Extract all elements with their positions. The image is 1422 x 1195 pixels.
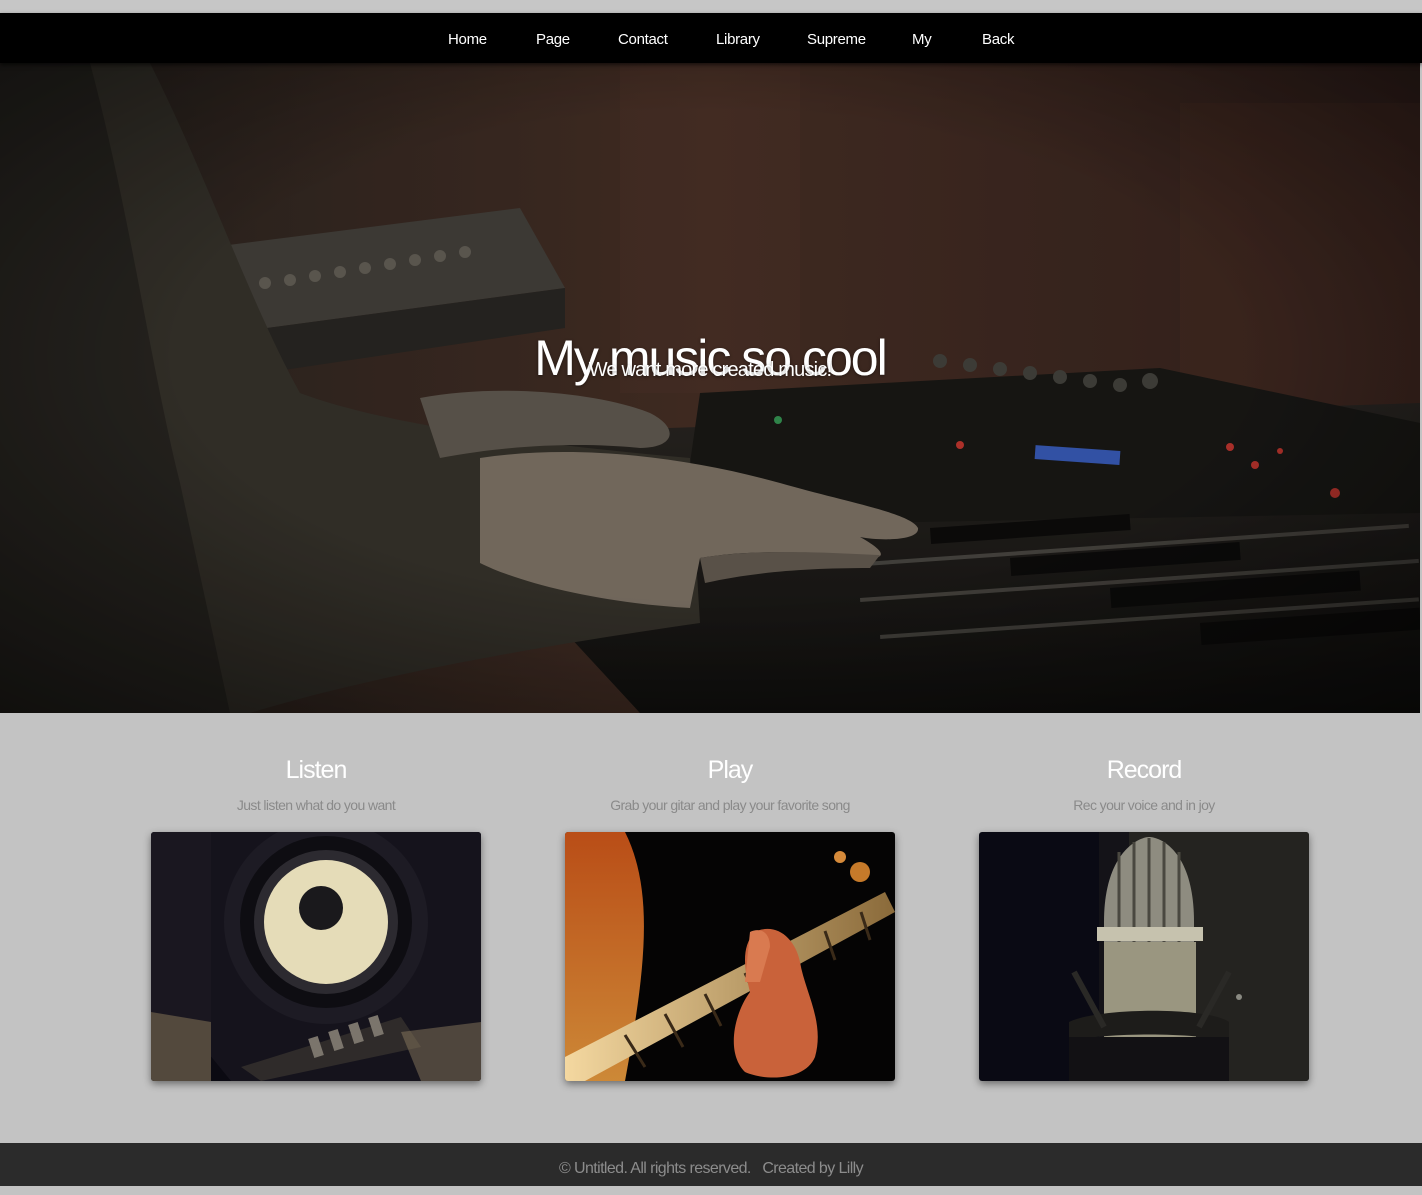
nav-library[interactable]: Library	[716, 13, 760, 63]
nav-contact[interactable]: Contact	[618, 13, 668, 63]
feature-title: Listen	[285, 756, 348, 784]
nav-back[interactable]: Back	[982, 13, 1014, 63]
feature-description: Rec your voice and in joy	[1073, 797, 1215, 813]
footer-credit[interactable]: Created by Lilly	[762, 1160, 863, 1177]
hero-keyboard-image	[0, 63, 1420, 713]
speaker-image[interactable]	[151, 832, 481, 1081]
microphone-image[interactable]	[979, 832, 1309, 1081]
feature-record: Record Rec your voice and in joy	[979, 755, 1309, 1081]
nav-my[interactable]: My	[912, 13, 932, 63]
feature-title: Record	[1106, 756, 1183, 784]
feature-play: Play Grab your gitar and play your favor…	[565, 755, 895, 1081]
guitar-image[interactable]	[565, 832, 895, 1081]
footer-copyright: © Untitled. All rights reserved.	[558, 1160, 751, 1177]
top-strip	[0, 0, 1422, 13]
nav-supreme[interactable]: Supreme	[807, 13, 866, 63]
main-navbar: Home Page Contact Library Supreme My Bac…	[0, 13, 1422, 63]
nav-page[interactable]: Page	[536, 13, 570, 63]
footer-spacer	[751, 1160, 763, 1177]
feature-listen: Listen Just listen what do you want	[151, 755, 481, 1081]
feature-description: Grab your gitar and play your favorite s…	[610, 797, 850, 813]
feature-description: Just listen what do you want	[236, 797, 396, 813]
feature-title: Play	[707, 756, 754, 784]
footer: © Untitled. All rights reserved. Created…	[0, 1143, 1422, 1186]
nav-home[interactable]: Home	[448, 13, 487, 63]
hero-section: My music so cool We want more created mu…	[0, 63, 1420, 713]
hero-subtitle: We want more created music!	[588, 359, 832, 381]
